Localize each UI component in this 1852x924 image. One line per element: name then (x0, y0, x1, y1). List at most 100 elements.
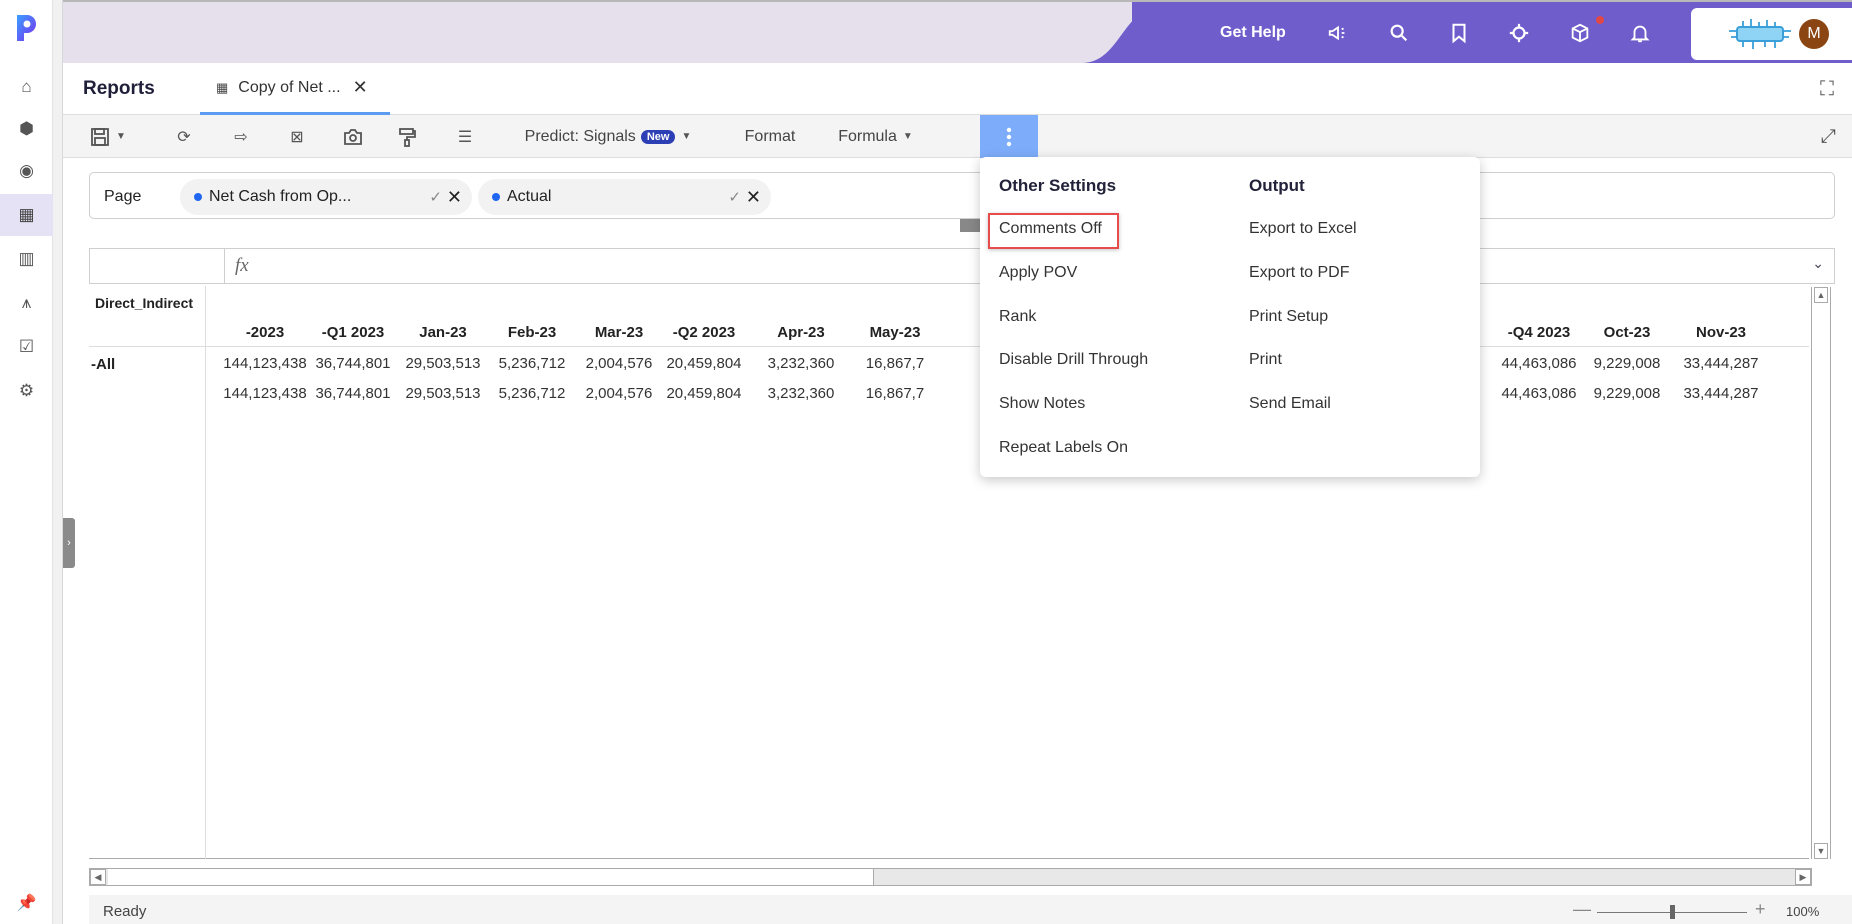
grid-cell[interactable]: 3,232,360 (753, 385, 849, 402)
save-button[interactable]: ▼ (83, 115, 133, 158)
fullscreen-icon[interactable]: ⛶ (1820, 78, 1834, 101)
scroll-up-icon[interactable]: ▲ (1814, 287, 1828, 303)
column-header[interactable]: Jan-23 (395, 324, 491, 341)
refresh-button[interactable]: ⟳ (164, 115, 204, 158)
tenant-logo-icon (1729, 19, 1791, 49)
sidebar-item-tasks[interactable]: ☑ (0, 326, 53, 368)
grid-cell[interactable]: 33,444,287 (1673, 385, 1769, 402)
column-header[interactable]: Feb-23 (484, 324, 580, 341)
grid-cell[interactable]: 144,123,438 (217, 355, 313, 372)
menu-item-apply-pov[interactable]: Apply POV (999, 264, 1077, 282)
format-button[interactable]: Format (720, 115, 820, 158)
scroll-left-icon[interactable]: ◀ (90, 869, 106, 885)
zoom-out-icon[interactable]: — (1573, 899, 1591, 920)
sort-button[interactable]: ☰ (445, 115, 485, 158)
grid-cell[interactable]: 20,459,804 (656, 385, 752, 402)
close-icon[interactable]: ✕ (746, 187, 761, 208)
zoom-slider-handle[interactable] (1670, 905, 1675, 919)
grid-cell[interactable]: 44,463,086 (1491, 355, 1587, 372)
grid-cell[interactable]: 16,867,7 (847, 355, 943, 372)
sidebar-item-goals[interactable]: ◉ (0, 150, 53, 192)
column-header[interactable]: -Q4 2023 (1491, 324, 1587, 341)
bookmarks-button[interactable] (1445, 19, 1473, 47)
announcements-button[interactable] (1324, 19, 1352, 47)
grid-cell[interactable]: 36,744,801 (305, 355, 401, 372)
formula-button[interactable]: Formula ▼ (813, 115, 938, 158)
chevron-down-icon[interactable]: ⌄ (1812, 255, 1824, 272)
get-help-link[interactable]: Get Help (1220, 24, 1286, 42)
menu-item-comments-off[interactable]: Comments Off (999, 220, 1102, 238)
close-tab-icon[interactable]: ✕ (353, 77, 368, 98)
pov-chip-account[interactable]: Net Cash from Op... ✓ ✕ (180, 179, 472, 215)
sidebar-item-home[interactable]: ⌂ (0, 66, 53, 108)
pin-icon: 📌 (16, 895, 37, 912)
menu-item-export-to-pdf[interactable]: Export to PDF (1249, 264, 1349, 282)
sidebar-item-models[interactable]: ⬢ (0, 108, 53, 150)
column-header[interactable]: Nov-23 (1673, 324, 1769, 341)
menu-item-repeat-labels-on[interactable]: Repeat Labels On (999, 439, 1128, 457)
expand-button[interactable]: ⤢ (1821, 115, 1836, 158)
column-header[interactable]: -Q2 2023 (656, 324, 752, 341)
grid-cell[interactable]: 29,503,513 (395, 385, 491, 402)
scroll-down-icon[interactable]: ▼ (1814, 843, 1828, 859)
zoom-in-icon[interactable]: + (1755, 899, 1766, 920)
grid-cell[interactable]: 5,236,712 (484, 385, 580, 402)
grid-cell[interactable]: 33,444,287 (1673, 355, 1769, 372)
scroll-right-icon[interactable]: ▶ (1795, 869, 1811, 885)
grid-cell[interactable]: 9,229,008 (1579, 355, 1675, 372)
grid-cell[interactable]: 20,459,804 (656, 355, 752, 372)
pin-button[interactable]: 📌 (0, 888, 53, 918)
sidebar-item-settings[interactable]: ⚙ (0, 370, 53, 412)
apps-button[interactable] (1566, 19, 1594, 47)
sidebar-item-dashboards[interactable]: ▥ (0, 238, 53, 280)
drill-button[interactable]: ⇨ (221, 115, 261, 158)
column-header[interactable]: Oct-23 (1579, 324, 1675, 341)
grid-cell[interactable]: 9,229,008 (1579, 385, 1675, 402)
column-header[interactable]: Apr-23 (753, 324, 849, 341)
navigate-button[interactable] (1505, 19, 1533, 47)
grid-cell[interactable]: 44,463,086 (1491, 385, 1587, 402)
horizontal-scrollbar[interactable]: ◀ ▶ (89, 868, 1812, 886)
menu-item-show-notes[interactable]: Show Notes (999, 395, 1085, 413)
column-header[interactable]: Mar-23 (571, 324, 667, 341)
app-logo[interactable] (14, 12, 40, 44)
grid-cell[interactable]: 3,232,360 (753, 355, 849, 372)
close-icon[interactable]: ✕ (447, 187, 462, 208)
notifications-button[interactable] (1626, 19, 1654, 47)
grid-cell[interactable]: 144,123,438 (217, 385, 313, 402)
sidebar-item-hierarchy[interactable]: ⩚ (0, 282, 53, 324)
grid-cell[interactable]: 2,004,576 (571, 385, 667, 402)
row-label[interactable]: -All (91, 356, 115, 373)
search-button[interactable] (1385, 19, 1413, 47)
pov-chip-scenario[interactable]: Actual ✓ ✕ (478, 179, 771, 215)
check-icon[interactable]: ✓ (728, 188, 741, 206)
menu-item-export-to-excel[interactable]: Export to Excel (1249, 220, 1357, 238)
resize-grip[interactable] (960, 219, 980, 232)
cell-reference-input[interactable] (90, 249, 225, 283)
column-header[interactable]: May-23 (847, 324, 943, 341)
menu-item-print[interactable]: Print (1249, 351, 1282, 369)
sidebar-item-reports[interactable]: ▦ (0, 194, 53, 236)
clear-button[interactable]: ⊠ (277, 115, 317, 158)
check-icon[interactable]: ✓ (429, 188, 442, 206)
column-header[interactable]: -Q1 2023 (305, 324, 401, 341)
tab-report[interactable]: ▦ Copy of Net ... ✕ (200, 63, 390, 115)
vertical-scrollbar[interactable]: ▲ ▼ (1811, 287, 1831, 859)
grid-cell[interactable]: 5,236,712 (484, 355, 580, 372)
menu-item-print-setup[interactable]: Print Setup (1249, 308, 1328, 326)
scroll-thumb[interactable] (108, 869, 874, 885)
grid-cell[interactable]: 2,004,576 (571, 355, 667, 372)
format-painter-button[interactable] (387, 115, 427, 158)
menu-item-rank[interactable]: Rank (999, 308, 1036, 326)
more-options-button[interactable] (980, 115, 1038, 158)
grid-cell[interactable]: 29,503,513 (395, 355, 491, 372)
menu-item-send-email[interactable]: Send Email (1249, 395, 1331, 413)
avatar[interactable]: M (1799, 19, 1829, 49)
grid-cell[interactable]: 16,867,7 (847, 385, 943, 402)
snapshot-button[interactable] (333, 115, 373, 158)
menu-item-disable-drill-through[interactable]: Disable Drill Through (999, 351, 1148, 369)
grid-cell[interactable]: 36,744,801 (305, 385, 401, 402)
predict-signals-button[interactable]: Predict: Signals New ▼ (518, 115, 698, 158)
panel-toggle-handle[interactable]: › (63, 518, 75, 568)
column-header[interactable]: -2023 (217, 324, 313, 341)
